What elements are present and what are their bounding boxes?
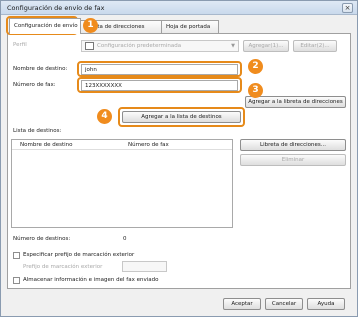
close-icon: × xyxy=(344,4,351,12)
callout-badge-4: 4 xyxy=(97,109,112,124)
store-sent-fax-label: Almacenar información e imagen del fax e… xyxy=(23,277,159,283)
column-header-fax-number[interactable]: Número de fax xyxy=(128,142,169,148)
callout-badge-3: 3 xyxy=(248,83,263,98)
profile-icon xyxy=(85,42,94,50)
profile-value: Configuración predeterminada xyxy=(97,43,182,49)
title-bar: Configuración de envío de fax × xyxy=(1,1,357,15)
tab-strip: Configuración de envío eta de direccione… xyxy=(7,18,351,34)
profile-select[interactable]: Configuración predeterminada ▼ xyxy=(81,40,239,52)
chevron-down-icon: ▼ xyxy=(231,43,235,49)
tab-label: eta de direcciones xyxy=(94,24,145,30)
fax-settings-window: Configuración de envío de fax × Configur… xyxy=(0,0,358,317)
fax-number-label: Número de fax: xyxy=(13,82,56,88)
callout-badge-2: 2 xyxy=(248,59,263,74)
destination-list-label: Lista de destinos: xyxy=(13,128,62,134)
dial-prefix-checkbox-label: Especificar prefijo de marcación exterio… xyxy=(23,252,135,258)
tab-send-settings[interactable]: Configuración de envío xyxy=(9,18,81,34)
store-sent-fax-checkbox[interactable] xyxy=(13,277,20,284)
dial-prefix-field[interactable] xyxy=(122,261,167,272)
ok-button[interactable]: Aceptar xyxy=(223,298,261,310)
tab-label: Configuración de envío xyxy=(14,23,78,29)
help-button[interactable]: Ayuda xyxy=(307,298,345,310)
delete-button[interactable]: Eliminar xyxy=(240,154,346,166)
profile-label: Perfil xyxy=(13,42,27,48)
dial-prefix-checkbox[interactable] xyxy=(13,252,20,259)
column-header-destination-name[interactable]: Nombre de destino xyxy=(20,142,73,148)
destination-list-header: Nombre de destino Número de fax xyxy=(12,140,232,150)
close-button[interactable]: × xyxy=(342,3,353,13)
add-to-address-book-button[interactable]: Agregar a la libreta de direcciones xyxy=(245,96,346,108)
destination-count-value: 0 xyxy=(123,236,127,242)
profile-add-button[interactable]: Agregar(1)... xyxy=(243,40,289,52)
dial-prefix-field-label: Prefijo de marcación exterior xyxy=(23,264,103,270)
destination-list[interactable]: Nombre de destino Número de fax xyxy=(11,139,233,228)
callout-highlight-4 xyxy=(118,107,245,127)
callout-highlight-2 xyxy=(77,61,242,77)
address-book-button[interactable]: Libreta de direcciones... xyxy=(240,139,346,151)
destination-count-label: Número de destinos: xyxy=(13,236,71,242)
destination-name-label: Nombre de destino: xyxy=(13,66,68,72)
cancel-button[interactable]: Cancelar xyxy=(265,298,303,310)
profile-edit-button[interactable]: Editar(2)... xyxy=(293,40,337,52)
callout-highlight-3 xyxy=(77,77,242,93)
window-title: Configuración de envío de fax xyxy=(7,4,105,12)
callout-badge-1: 1 xyxy=(83,18,98,33)
tab-cover-sheet[interactable]: Hoja de portada xyxy=(161,20,219,33)
tab-label: Hoja de portada xyxy=(166,24,211,30)
